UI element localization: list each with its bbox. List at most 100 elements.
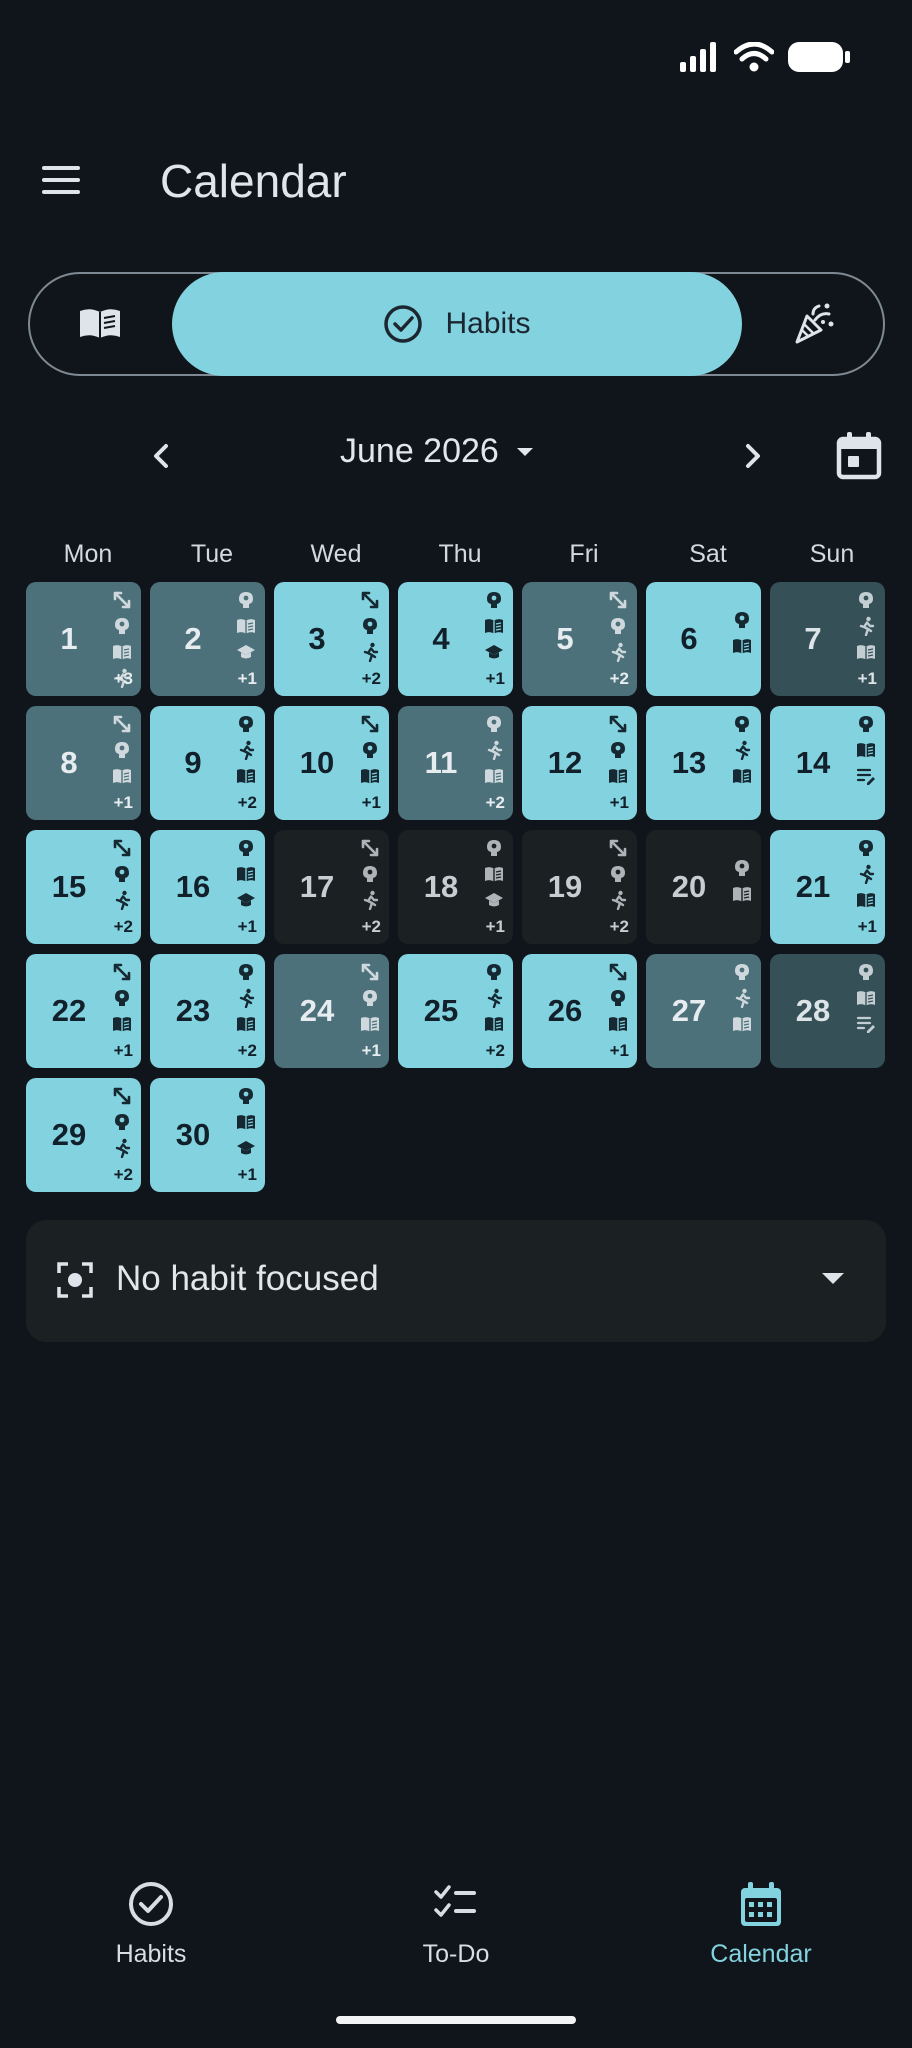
brain-icon (239, 1088, 253, 1104)
weekday-label: Thu (438, 540, 482, 568)
segment-journal[interactable] (30, 274, 170, 374)
more-habits-count: +1 (485, 917, 505, 936)
habit-icons (483, 590, 505, 662)
book-icon (733, 769, 751, 784)
menu-button[interactable] (40, 162, 84, 198)
brain-icon (487, 716, 501, 732)
book-icon (733, 887, 751, 902)
run-icon (611, 890, 627, 910)
habit-icons (855, 962, 877, 1034)
nav-calendar[interactable]: Calendar (646, 1880, 876, 1969)
calendar-day-cell[interactable]: 13 (646, 706, 761, 820)
day-number: 22 (51, 993, 87, 1028)
calendar-icon (741, 1882, 781, 1926)
school-icon (485, 893, 503, 907)
expand-icon (609, 963, 627, 981)
nav-habits[interactable]: Habits (36, 1880, 266, 1969)
brain-icon (239, 716, 253, 732)
day-number: 1 (60, 621, 78, 656)
calendar-day-cell[interactable]: 18 +1 (398, 830, 513, 944)
day-number: 7 (804, 621, 822, 656)
calendar-day-cell[interactable]: 10 +1 (274, 706, 389, 820)
calendar-day-cell[interactable]: 8 +1 (26, 706, 141, 820)
brain-icon (115, 990, 129, 1006)
month-selector[interactable]: June 2026 (340, 432, 535, 471)
weekday-label: Tue (190, 540, 234, 568)
nav-todo[interactable]: To-Do (341, 1880, 571, 1969)
more-habits-count: +1 (237, 1165, 257, 1184)
calendar-day-cell[interactable]: 23 +2 (150, 954, 265, 1068)
calendar-day-cell[interactable]: 20 (646, 830, 761, 944)
run-icon (363, 642, 379, 662)
segment-habits[interactable]: Habits (172, 272, 742, 376)
calendar-day-cell[interactable]: 9 +2 (150, 706, 265, 820)
calendar-day-cell[interactable]: 11 +2 (398, 706, 513, 820)
habit-icons (359, 962, 381, 1034)
calendar-day-cell[interactable]: 2 +1 (150, 582, 265, 696)
calendar-day-cell[interactable]: 3 +2 (274, 582, 389, 696)
next-month-button[interactable] (732, 436, 772, 476)
habit-icons (483, 714, 505, 786)
calendar-day-cell[interactable]: 15 +2 (26, 830, 141, 944)
calendar-day-cell[interactable]: 12 +1 (522, 706, 637, 820)
run-icon (239, 740, 255, 760)
calendar-day-cell[interactable]: 29 +2 (26, 1078, 141, 1192)
brain-icon (735, 716, 749, 732)
day-number: 19 (547, 869, 583, 904)
previous-month-button[interactable] (142, 436, 182, 476)
book-icon (609, 769, 627, 784)
more-habits-count: +2 (361, 669, 381, 688)
book-icon (113, 769, 131, 784)
day-number: 3 (308, 621, 326, 656)
book-icon (237, 769, 255, 784)
calendar-day-cell[interactable]: 7 +1 (770, 582, 885, 696)
brain-icon (363, 618, 377, 634)
more-habits-count: +1 (609, 793, 629, 812)
calendar-day-cell[interactable]: 27 (646, 954, 761, 1068)
calendar-day-cell[interactable]: 16 +1 (150, 830, 265, 944)
segment-celebrate[interactable] (743, 274, 883, 374)
more-habits-count: +2 (485, 1041, 505, 1060)
chevron-right-icon (746, 444, 760, 468)
calendar-day-cell[interactable]: 30 +1 (150, 1078, 265, 1192)
calendar-day-cell[interactable]: 19 +2 (522, 830, 637, 944)
expand-icon (361, 963, 379, 981)
habit-icons (235, 714, 257, 786)
calendar-day-cell[interactable]: 26 +1 (522, 954, 637, 1068)
calendar-day-cell[interactable]: 25 +2 (398, 954, 513, 1068)
book-icon (113, 645, 131, 660)
day-number: 28 (795, 993, 831, 1028)
expand-icon (113, 839, 131, 857)
wifi-icon (734, 42, 774, 72)
habit-icons (731, 714, 753, 786)
month-label: June 2026 (340, 432, 499, 470)
habit-icons (855, 838, 877, 910)
calendar-day-cell[interactable]: 28 (770, 954, 885, 1068)
brain-icon (735, 860, 749, 876)
day-number: 11 (424, 745, 458, 780)
calendar-day-cell[interactable]: 4 +1 (398, 582, 513, 696)
book-icon (857, 893, 875, 908)
more-habits-count: +2 (113, 917, 133, 936)
more-habits-count: +1 (237, 917, 257, 936)
calendar-day-cell[interactable]: 17 +2 (274, 830, 389, 944)
brain-icon (363, 866, 377, 882)
weekday-label: Wed (310, 540, 362, 568)
today-button[interactable] (834, 430, 884, 482)
calendar-day-cell[interactable]: 24 +1 (274, 954, 389, 1068)
book-icon (237, 619, 255, 634)
day-number: 30 (175, 1117, 211, 1152)
habit-icons (607, 590, 629, 662)
calendar-day-cell[interactable]: 1 +3 (26, 582, 141, 696)
calendar-day-cell[interactable]: 6 (646, 582, 761, 696)
day-number: 12 (547, 745, 583, 780)
habit-focus-selector[interactable]: No habit focused (26, 1220, 886, 1342)
run-icon (859, 864, 875, 884)
calendar-day-cell[interactable]: 14 (770, 706, 885, 820)
calendar-day-cell[interactable]: 5 +2 (522, 582, 637, 696)
day-number: 14 (795, 745, 831, 780)
calendar-day-cell[interactable]: 21 +1 (770, 830, 885, 944)
habit-icons (111, 962, 133, 1034)
calendar-day-cell[interactable]: 22 +1 (26, 954, 141, 1068)
day-number: 21 (795, 869, 831, 904)
